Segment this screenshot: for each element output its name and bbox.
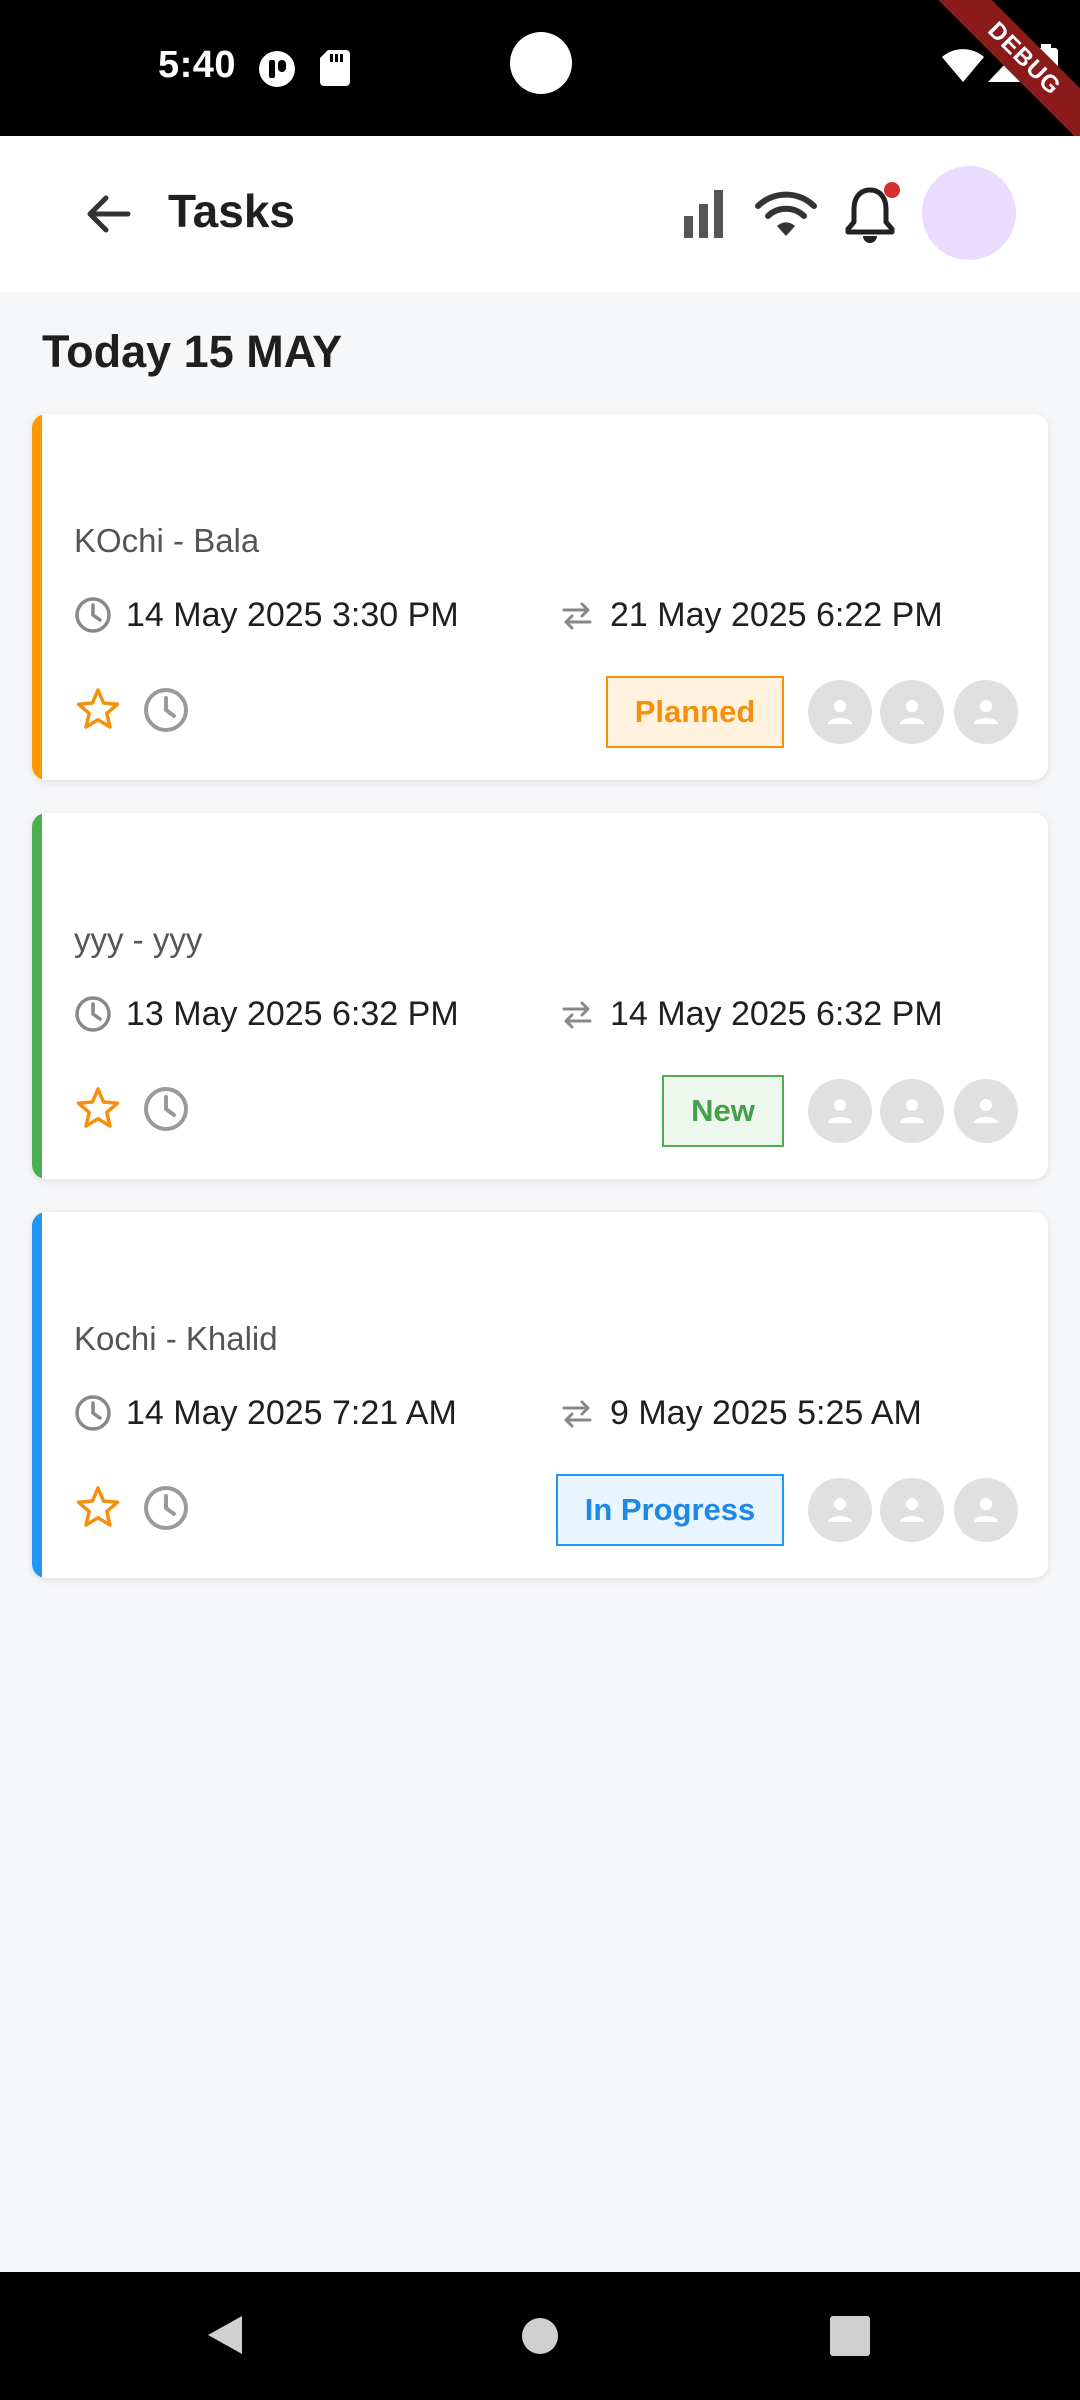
person-icon — [900, 700, 924, 724]
task-title: KOchi - Bala — [74, 522, 260, 559]
assignee-avatar — [808, 1079, 872, 1143]
status-time: 5:40 — [158, 44, 237, 86]
nav-home-icon[interactable] — [520, 2316, 560, 2356]
person-icon — [974, 1099, 998, 1123]
swap-arrows-icon — [562, 1001, 592, 1029]
person-icon — [974, 700, 998, 724]
clock-icon[interactable] — [142, 1085, 190, 1133]
end-date: 21 May 2025 6:22 PM — [558, 592, 943, 638]
end-date-text: 9 May 2025 5:25 AM — [610, 1393, 922, 1432]
signal-bars-icon[interactable] — [672, 182, 736, 246]
card-accent-bar — [32, 1212, 42, 1578]
page-title: Tasks — [168, 185, 296, 237]
task-card[interactable]: KOchi - Bala 14 May 2025 3:30 PM 21 May … — [32, 414, 1048, 780]
start-date: 13 May 2025 6:32 PM — [74, 991, 459, 1037]
assignee-avatar — [954, 1079, 1018, 1143]
end-date: 9 May 2025 5:25 AM — [558, 1390, 922, 1436]
task-title: Kochi - Khalid — [74, 1320, 278, 1357]
sd-card-icon — [320, 50, 350, 86]
status-badge: Planned — [606, 676, 784, 748]
assignee-avatar — [808, 680, 872, 744]
star-outline-icon[interactable] — [74, 1484, 122, 1532]
status-badge: In Progress — [556, 1474, 784, 1546]
person-icon — [828, 1099, 852, 1123]
arrow-back-icon[interactable] — [72, 178, 144, 250]
notifications-button[interactable] — [838, 182, 902, 246]
wifi-icon[interactable] — [754, 182, 818, 246]
clock-icon[interactable] — [142, 1484, 190, 1532]
end-date-text: 14 May 2025 6:32 PM — [610, 994, 943, 1033]
assignee-avatar — [880, 680, 944, 744]
status-wifi-icon — [942, 49, 984, 82]
section-title: Today 15 MAY — [42, 326, 343, 377]
end-date-text: 21 May 2025 6:22 PM — [610, 595, 943, 634]
nav-recents-icon[interactable] — [830, 2316, 870, 2356]
person-icon — [900, 1099, 924, 1123]
clock-icon — [75, 1395, 111, 1431]
clock-icon — [75, 996, 111, 1032]
system-nav-bar — [0, 2272, 1080, 2400]
assignee-avatar — [954, 1478, 1018, 1542]
clock-icon[interactable] — [142, 686, 190, 734]
start-date-text: 13 May 2025 6:32 PM — [126, 994, 459, 1033]
end-date: 14 May 2025 6:32 PM — [558, 991, 943, 1037]
person-icon — [828, 700, 852, 724]
card-accent-bar — [32, 813, 42, 1179]
app-notification-icon — [259, 51, 295, 87]
swap-arrows-icon — [562, 1400, 592, 1428]
start-date-text: 14 May 2025 3:30 PM — [126, 595, 459, 634]
status-bar: 5:40 DEBUG — [0, 0, 1080, 136]
assignee-avatar — [808, 1478, 872, 1542]
camera-cutout — [510, 32, 572, 94]
app-bar: Tasks — [0, 136, 1080, 292]
notification-dot — [884, 182, 900, 198]
star-outline-icon[interactable] — [74, 1085, 122, 1133]
start-date: 14 May 2025 3:30 PM — [74, 592, 459, 638]
task-card[interactable]: Kochi - Khalid 14 May 2025 7:21 AM 9 May… — [32, 1212, 1048, 1578]
status-badge: New — [662, 1075, 784, 1147]
avatar[interactable] — [922, 166, 1016, 260]
nav-back-icon[interactable] — [202, 2312, 248, 2358]
start-date-text: 14 May 2025 7:21 AM — [126, 1393, 457, 1432]
person-icon — [828, 1498, 852, 1522]
task-title: yyy - yyy — [74, 921, 203, 958]
star-outline-icon[interactable] — [74, 686, 122, 734]
clock-icon — [75, 597, 111, 633]
card-accent-bar — [32, 414, 42, 780]
swap-arrows-icon — [562, 602, 592, 630]
start-date: 14 May 2025 7:21 AM — [74, 1390, 457, 1436]
assignee-avatar — [880, 1079, 944, 1143]
person-icon — [900, 1498, 924, 1522]
person-icon — [974, 1498, 998, 1522]
task-card[interactable]: yyy - yyy 13 May 2025 6:32 PM 14 May 202… — [32, 813, 1048, 1179]
assignee-avatar — [954, 680, 1018, 744]
assignee-avatar — [880, 1478, 944, 1542]
